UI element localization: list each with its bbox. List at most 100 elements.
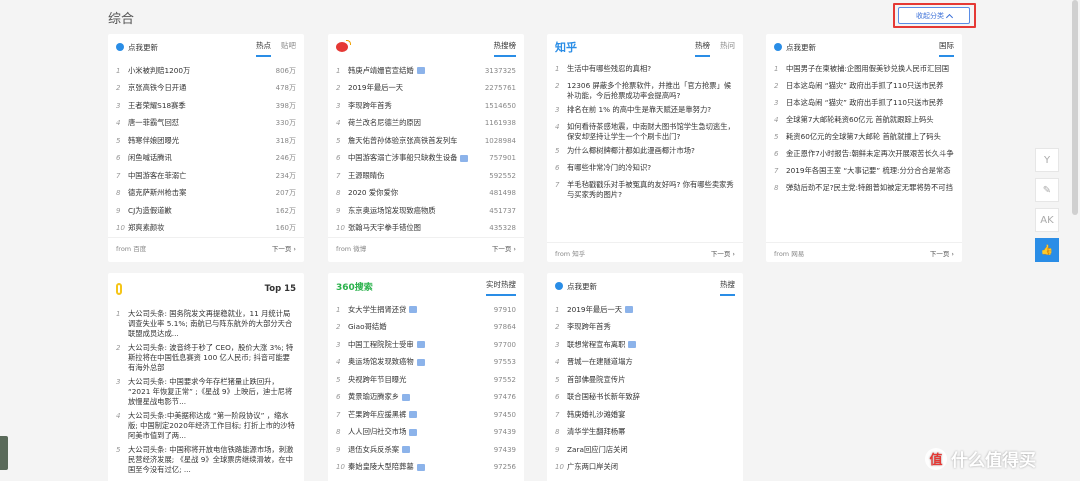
list-item[interactable]: 2 12306 屏蔽多个抢票软件，并推出「官方抢票」候补功能，今后抢票成功率会提高…: [555, 79, 735, 103]
list-item[interactable]: 3 联想常程宣布离职: [555, 336, 735, 354]
list-item[interactable]: 1 中国男子在柬被捕:企图用假美钞兑换人民币汇回国: [774, 62, 954, 79]
list-item[interactable]: 1 小米被判赔1200万 806万: [116, 62, 296, 80]
list-item[interactable]: 2 李现跨年首秀: [555, 319, 735, 337]
list-item[interactable]: 4 大公司头条:中美据称达成 “第一阶段协议” ，缩水版; 中国制定2020年经济…: [116, 409, 296, 443]
list-item[interactable]: 3 排名在前 1% 的高中生是靠天赋还是靠努力?: [555, 103, 735, 120]
list-item[interactable]: 9 退伍女兵反杀案 97439: [336, 441, 516, 459]
item-title: 大公司头条: 国务院发文再提稳就业，11 月统计局调查失业率 5.1%; 南航已…: [128, 309, 293, 338]
scrollbar[interactable]: [1072, 0, 1078, 215]
list-item[interactable]: 4 荷兰改名尼德兰的原因 1161938: [336, 115, 516, 133]
brand[interactable]: 点我更新: [555, 281, 597, 292]
list: 1 女大学生捐肾还贷 97910 2 Giao哥结婚 97864 3 中国工程院院士受审 9…: [328, 299, 524, 476]
list-item[interactable]: 5 詹天佑曾孙体验京张高铁首发列车 1028984: [336, 132, 516, 150]
list-item[interactable]: 2 大公司头条: 波音终于秒了 CEO，股价大涨 3%; 特斯拉将在中国低息赛资 …: [116, 341, 296, 375]
list-item[interactable]: 4 奥运场馆发现致癌物 97553: [336, 354, 516, 372]
item-title: 羊毛毡戳戳乐对手被冤真的友好吗? 你有哪些卖家秀与买家秀的图片?: [567, 180, 734, 199]
list-item[interactable]: 8 2020 爱你爱你 481498: [336, 185, 516, 203]
ak-button[interactable]: AK: [1035, 208, 1059, 232]
list-item[interactable]: 4 晋城一在建隧道塌方: [555, 354, 735, 372]
list: 1 韩庚卢靖姗官宣结婚 3137325 2 2019年最后一天 2275761 3 李现跨…: [328, 60, 524, 237]
tab-international[interactable]: 国际: [939, 40, 954, 57]
tab-hot[interactable]: 热点: [256, 40, 271, 57]
list-item[interactable]: 8 人人回归社交市场 97439: [336, 424, 516, 442]
list-item[interactable]: 7 王源眼睛伤 592552: [336, 167, 516, 185]
tab-tieba[interactable]: 贴吧: [281, 40, 296, 54]
list-item[interactable]: 7 芒果跨年应援黑裤 97450: [336, 406, 516, 424]
brand[interactable]: [336, 40, 351, 52]
item-title: Giao哥结婚: [348, 322, 387, 332]
left-edge-tab[interactable]: [0, 436, 8, 470]
edit-button[interactable]: ✎: [1035, 178, 1059, 202]
list-item[interactable]: 3 王者荣耀S18赛季 398万: [116, 97, 296, 115]
list-item[interactable]: 1 韩庚卢靖姗官宣结婚 3137325: [336, 62, 516, 80]
tab-hot-list[interactable]: 热榜: [695, 40, 710, 57]
list-item[interactable]: 3 日本这岛闹 “猫灾” 政府出手抓了110只送市民养: [774, 96, 954, 113]
rank: 7: [336, 410, 341, 419]
list-item[interactable]: 5 韩寒伴娘团曝光 318万: [116, 132, 296, 150]
list-item[interactable]: 8 德克萨斯州枪击案 207万: [116, 185, 296, 203]
list-item[interactable]: 5 首部佛曼院宣传片: [555, 371, 735, 389]
tab-hot-questions[interactable]: 热问: [720, 40, 735, 54]
list-item[interactable]: 6 黄景瑜迈腾家乡 97476: [336, 389, 516, 407]
list-item[interactable]: 6 联合国秘书长新年致辞: [555, 389, 735, 407]
list-item[interactable]: 2 日本这岛闹 “猫灾” 政府出手抓了110只送市民养: [774, 79, 954, 96]
new-badge-icon: [409, 428, 418, 436]
item-title: 中国游客溺亡涉事船只缺救生设备: [348, 153, 485, 163]
list-item[interactable]: 10 郑爽素颜妆 160万: [116, 220, 296, 238]
list-item[interactable]: 5 大公司头条: 中国称将开放电信铁路能源市场，刺激民营经济发展; 《星战 9》全…: [116, 443, 296, 477]
list-item[interactable]: 4 如何看待茶感地震，中南财大图书馆学生急切逃生，保安却坚持让学生一个个刷卡出门?: [555, 120, 735, 144]
list-item[interactable]: 2 京张高铁今日开通 478万: [116, 80, 296, 98]
list-item[interactable]: 9 东京奥运场馆发现致癌物质 451737: [336, 202, 516, 220]
list-item[interactable]: 3 大公司头条: 中国要求今年存栏猪量止跌回升， “2021 年恢复正常” ;《星…: [116, 375, 296, 409]
tab-hot-search[interactable]: 热搜榜: [493, 40, 516, 57]
list-item[interactable]: 6 有哪些非常冷门的冷知识?: [555, 161, 735, 178]
list-item[interactable]: 6 金正恩作7小时报告:朝鲜未定再次开展艰苦长久斗争: [774, 147, 954, 164]
brand[interactable]: 点我更新: [774, 42, 816, 53]
list-item[interactable]: 2 2019年最后一天 2275761: [336, 80, 516, 98]
item-title: 唐一菲霸气回怼: [128, 118, 180, 128]
list-item[interactable]: 7 2019年各国王室 “大事记要” 梳理:分分合合是常态: [774, 164, 954, 181]
list-item[interactable]: 7 中国游客在菲溺亡 234万: [116, 167, 296, 185]
list-item[interactable]: 1 生活中有哪些残忍的真相?: [555, 62, 735, 79]
brand-label: 点我更新: [128, 42, 158, 52]
list-item[interactable]: 4 全球第7大邮轮耗资60亿元 首航就跟踪上码头: [774, 113, 954, 130]
next-page-link[interactable]: 下一页 ›: [711, 248, 735, 258]
list-item[interactable]: 2 Giao哥结婚 97864: [336, 319, 516, 337]
list-item[interactable]: 9 CJ为造假道歉 162万: [116, 202, 296, 220]
item-title: 2019年各国王室 “大事记要” 梳理:分分合合是常态: [786, 166, 951, 175]
list: 1 生活中有哪些残忍的真相? 2 12306 屏蔽多个抢票软件，并推出「官方抢票」候…: [547, 60, 743, 202]
yinxiang-button[interactable]: Y: [1035, 148, 1059, 172]
next-page-link[interactable]: 下一页 ›: [930, 248, 954, 258]
list-item[interactable]: 6 闲鱼喊话腾讯 246万: [116, 150, 296, 168]
card-footer: from 百度 下一页 ›: [108, 237, 304, 257]
brand[interactable]: 360搜索: [336, 280, 373, 293]
like-button[interactable]: 👍: [1035, 238, 1059, 262]
list-item[interactable]: 8 弹劾后劲不足?民主党:特朗普如被定无罪将势不可挡: [774, 181, 954, 198]
list-item[interactable]: 5 央视跨年节目曝光 97552: [336, 371, 516, 389]
card-header: Top 15: [108, 273, 304, 305]
list-item[interactable]: 4 唐一菲霸气回怼 330万: [116, 115, 296, 133]
list-item[interactable]: 1 大公司头条: 国务院发文再提稳就业，11 月统计局调查失业率 5.1%; 南航…: [116, 307, 296, 341]
rank: 6: [555, 164, 560, 172]
list-item[interactable]: 5 耗资60亿元的全球第7大邮轮 首航就撞上了码头: [774, 130, 954, 147]
brand[interactable]: 知乎: [555, 39, 577, 55]
list-item[interactable]: 7 韩庚婚礼沙滩婚宴: [555, 406, 735, 424]
list-item[interactable]: 3 中国工程院院士受审 97700: [336, 336, 516, 354]
list-item[interactable]: 10 广东两口岸关闭: [555, 459, 735, 477]
list-item[interactable]: 10 秦始皇陵大型陪葬墓 97256: [336, 459, 516, 477]
list-item[interactable]: 3 李现跨年首秀 1514650: [336, 97, 516, 115]
list-item[interactable]: 5 为什么椰树牌椰汁都如此漫画椰汁市场?: [555, 144, 735, 161]
list-item[interactable]: 1 女大学生捐肾还贷 97910: [336, 301, 516, 319]
next-page-link[interactable]: 下一页 ›: [492, 243, 516, 253]
item-title: 大公司头条: 中国要求今年存栏猪量止跌回升， “2021 年恢复正常” ;《星战…: [128, 377, 293, 406]
brand[interactable]: 点我更新: [116, 42, 158, 53]
list-item[interactable]: 9 Zara回应门店关闭: [555, 441, 735, 459]
list-item[interactable]: 8 清华学生翻拜杨幂: [555, 424, 735, 442]
list-item[interactable]: 1 2019年最后一天: [555, 301, 735, 319]
tab-realtime-hot[interactable]: 实时热搜: [486, 279, 516, 296]
tab-hot-search[interactable]: 热搜: [720, 279, 735, 296]
list-item[interactable]: 10 张翰马天宇拳手错位图 435328: [336, 220, 516, 238]
list-item[interactable]: 7 羊毛毡戳戳乐对手被冤真的友好吗? 你有哪些卖家秀与买家秀的图片?: [555, 178, 735, 202]
list-item[interactable]: 6 中国游客溺亡涉事船只缺救生设备 757901: [336, 150, 516, 168]
next-page-link[interactable]: 下一页 ›: [272, 243, 296, 253]
